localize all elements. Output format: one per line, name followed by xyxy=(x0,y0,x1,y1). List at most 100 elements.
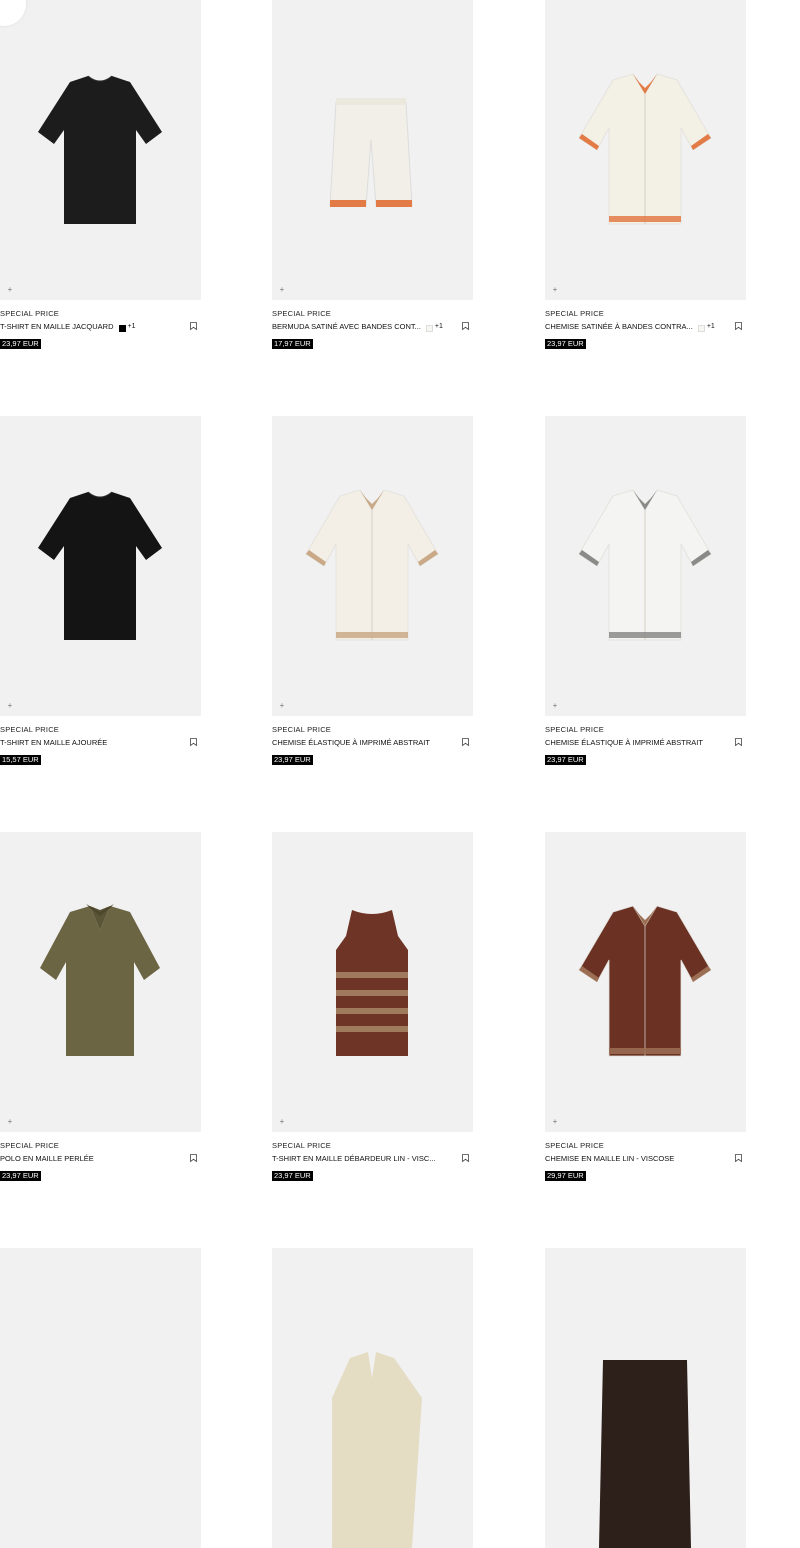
product-price: 23,97 EUR xyxy=(545,339,586,349)
product-name[interactable]: T-SHIRT EN MAILLE JACQUARD xyxy=(0,321,114,332)
bookmark-icon[interactable] xyxy=(462,738,469,746)
product-price: 23,97 EUR xyxy=(545,755,586,765)
bookmark-icon[interactable] xyxy=(190,738,197,746)
product-card[interactable]: + SPECIAL PRICE CHEMISE ÉLASTIQUE À IMPRIM… xyxy=(272,416,473,769)
more-colors-count[interactable]: +1 xyxy=(707,323,715,330)
product-image[interactable]: + xyxy=(0,416,201,716)
product-info: SPECIAL PRICE T-SHIRT EN MAILLE DÉBARDEUR… xyxy=(272,1141,473,1185)
product-photo xyxy=(332,1352,422,1548)
product-name[interactable]: BERMUDA SATINÉ AVEC BANDES CONT... xyxy=(272,321,421,332)
bookmark-icon[interactable] xyxy=(190,322,197,330)
add-to-cart-button[interactable]: + xyxy=(550,701,560,711)
product-name[interactable]: T-SHIRT EN MAILLE DÉBARDEUR LIN - VISC..… xyxy=(272,1153,436,1164)
promo-label: SPECIAL PRICE xyxy=(272,725,332,734)
product-name[interactable]: T-SHIRT EN MAILLE AJOURÉE xyxy=(0,737,107,748)
product-name[interactable]: CHEMISE SATINÉE À BANDES CONTRA... xyxy=(545,321,693,332)
product-card[interactable]: + SPECIAL PRICE T-SHIRT EN MAILLE DÉBARDEU… xyxy=(272,832,473,1185)
product-image[interactable]: + xyxy=(272,0,473,300)
product-card[interactable]: + SPECIAL PRICE CHEMISE EN MAILLE LIN - VI… xyxy=(545,832,746,1185)
add-to-cart-button[interactable]: + xyxy=(277,701,287,711)
product-photo xyxy=(599,1360,691,1548)
product-info: SPECIAL PRICE CHEMISE SATINÉE À BANDES CO… xyxy=(545,309,746,353)
product-name[interactable]: CHEMISE EN MAILLE LIN - VISCOSE xyxy=(545,1153,674,1164)
promo-label: SPECIAL PRICE xyxy=(545,1141,605,1150)
product-price: 23,97 EUR xyxy=(0,1171,41,1181)
promo-label: SPECIAL PRICE xyxy=(0,1141,60,1150)
color-swatch[interactable] xyxy=(425,325,433,332)
bookmark-icon[interactable] xyxy=(462,322,469,330)
add-to-cart-button[interactable]: + xyxy=(550,1117,560,1127)
product-image[interactable]: + xyxy=(272,416,473,716)
more-colors-count[interactable]: +1 xyxy=(435,323,443,330)
product-card[interactable] xyxy=(272,1248,473,1548)
promo-label: SPECIAL PRICE xyxy=(0,725,60,734)
bookmark-icon[interactable] xyxy=(735,738,742,746)
bookmark-icon[interactable] xyxy=(735,322,742,330)
add-to-cart-button[interactable]: + xyxy=(5,701,15,711)
bookmark-icon[interactable] xyxy=(735,1154,742,1162)
add-to-cart-button[interactable]: + xyxy=(550,285,560,295)
product-name[interactable]: POLO EN MAILLE PERLÉE xyxy=(0,1153,94,1164)
product-image[interactable]: + xyxy=(0,832,201,1132)
product-name-row: CHEMISE ÉLASTIQUE À IMPRIMÉ ABSTRAIT xyxy=(272,737,473,749)
color-swatch[interactable] xyxy=(697,325,705,332)
product-card[interactable]: + SPECIAL PRICE POLO EN MAILLE PERLÉE 23,97… xyxy=(0,832,201,1185)
product-photo xyxy=(578,489,712,641)
product-info: SPECIAL PRICE T-SHIRT EN MAILLE JACQUARD +… xyxy=(0,309,201,353)
more-colors-count[interactable]: +1 xyxy=(128,323,136,330)
product-card[interactable] xyxy=(0,1248,201,1548)
promo-label: SPECIAL PRICE xyxy=(0,309,60,318)
product-photo xyxy=(305,489,439,641)
product-card[interactable]: + SPECIAL PRICE T-SHIRT EN MAILLE JACQUARD… xyxy=(0,0,201,353)
product-name[interactable]: CHEMISE ÉLASTIQUE À IMPRIMÉ ABSTRAIT xyxy=(545,737,703,748)
product-photo xyxy=(578,73,712,225)
product-price: 29,97 EUR xyxy=(545,1171,586,1181)
product-price: 23,97 EUR xyxy=(272,755,313,765)
add-to-cart-button[interactable]: + xyxy=(277,1117,287,1127)
promo-label: SPECIAL PRICE xyxy=(545,309,605,318)
bookmark-icon[interactable] xyxy=(190,1154,197,1162)
product-price: 15,57 EUR xyxy=(0,755,41,765)
product-photo xyxy=(0,1248,201,1548)
product-info: SPECIAL PRICE CHEMISE ÉLASTIQUE À IMPRIMÉ… xyxy=(272,725,473,769)
product-image[interactable] xyxy=(545,1248,746,1548)
add-to-cart-button[interactable]: + xyxy=(5,1117,15,1127)
product-photo xyxy=(40,904,160,1056)
product-image[interactable]: + xyxy=(545,416,746,716)
product-card[interactable] xyxy=(545,1248,746,1548)
product-price: 23,97 EUR xyxy=(0,339,41,349)
product-name-row: T-SHIRT EN MAILLE AJOURÉE xyxy=(0,737,201,749)
promo-label: SPECIAL PRICE xyxy=(272,309,332,318)
product-card[interactable]: + SPECIAL PRICE CHEMISE SATINÉE À BANDES C… xyxy=(545,0,746,353)
product-name[interactable]: CHEMISE ÉLASTIQUE À IMPRIMÉ ABSTRAIT xyxy=(272,737,430,748)
promo-label: SPECIAL PRICE xyxy=(545,725,605,734)
product-info: SPECIAL PRICE POLO EN MAILLE PERLÉE 23,97 … xyxy=(0,1141,201,1185)
product-image[interactable]: + xyxy=(545,832,746,1132)
product-card[interactable]: + SPECIAL PRICE T-SHIRT EN MAILLE AJOURÉE 1… xyxy=(0,416,201,769)
product-info: SPECIAL PRICE BERMUDA SATINÉ AVEC BANDES … xyxy=(272,309,473,353)
add-to-cart-button[interactable]: + xyxy=(5,285,15,295)
product-name-row: CHEMISE ÉLASTIQUE À IMPRIMÉ ABSTRAIT xyxy=(545,737,746,749)
product-name-row: BERMUDA SATINÉ AVEC BANDES CONT... +1 xyxy=(272,321,473,333)
product-image[interactable]: + xyxy=(545,0,746,300)
product-grid: + SPECIAL PRICE T-SHIRT EN MAILLE JACQUARD… xyxy=(0,0,800,1548)
product-name-row: T-SHIRT EN MAILLE JACQUARD +1 xyxy=(0,321,201,333)
product-name-row: POLO EN MAILLE PERLÉE xyxy=(0,1153,201,1165)
color-swatch[interactable] xyxy=(118,325,126,332)
product-card[interactable]: + SPECIAL PRICE BERMUDA SATINÉ AVEC BANDES… xyxy=(272,0,473,353)
product-price: 17,97 EUR xyxy=(272,339,313,349)
product-photo xyxy=(336,910,408,1056)
product-photo xyxy=(578,905,712,1057)
product-image[interactable]: + xyxy=(0,0,201,300)
product-photo xyxy=(38,491,162,640)
add-to-cart-button[interactable]: + xyxy=(277,285,287,295)
product-photo xyxy=(329,98,413,207)
promo-label: SPECIAL PRICE xyxy=(272,1141,332,1150)
product-card[interactable]: + SPECIAL PRICE CHEMISE ÉLASTIQUE À IMPRIM… xyxy=(545,416,746,769)
product-price: 23,97 EUR xyxy=(272,1171,313,1181)
product-image[interactable] xyxy=(0,1248,201,1548)
bookmark-icon[interactable] xyxy=(462,1154,469,1162)
product-name-row: CHEMISE EN MAILLE LIN - VISCOSE xyxy=(545,1153,746,1165)
product-image[interactable]: + xyxy=(272,832,473,1132)
product-image[interactable] xyxy=(272,1248,473,1548)
